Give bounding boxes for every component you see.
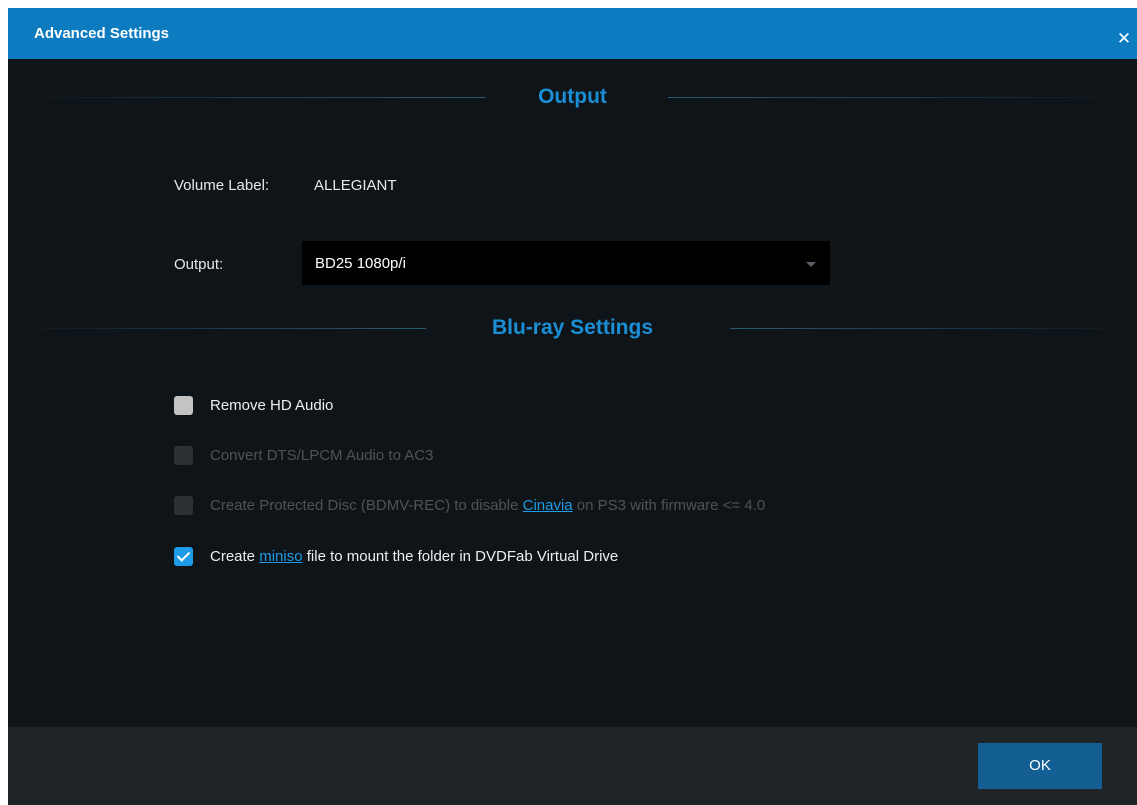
convert-dts-label: Convert DTS/LPCM Audio to AC3 [210, 447, 434, 464]
convert-dts-checkbox [174, 446, 193, 465]
miniso-label-after: file to mount the folder in DVDFab Virtu… [302, 548, 619, 565]
bluray-section-header: Blu-ray Settings [8, 313, 1137, 343]
protected-disc-label-after: on PS3 with firmware <= 4.0 [572, 497, 766, 514]
close-icon[interactable]: ✕ [1111, 29, 1137, 49]
chevron-down-icon [806, 262, 816, 267]
remove-hd-audio-label: Remove HD Audio [210, 397, 334, 414]
dialog-footer: OK [8, 727, 1137, 805]
miniso-label-before: Create [210, 548, 260, 565]
output-format-select[interactable]: BD25 1080p/i [302, 241, 830, 285]
protected-disc-checkbox [174, 496, 193, 515]
dialog-title: Advanced Settings [34, 25, 170, 42]
cinavia-link[interactable]: Cinavia [523, 497, 573, 514]
output-format-value: BD25 1080p/i [315, 255, 406, 272]
protected-disc-label: Create Protected Disc (BDMV-REC) to disa… [210, 497, 765, 514]
check-icon [176, 548, 191, 562]
protected-disc-label-before: Create Protected Disc (BDMV-REC) to disa… [210, 497, 523, 514]
miniso-checkbox[interactable] [174, 547, 193, 566]
output-section-header: Output [8, 82, 1137, 112]
miniso-link[interactable]: miniso [259, 548, 302, 565]
output-caption: Output: [174, 256, 224, 273]
advanced-settings-dialog: Advanced Settings ✕ Output Volume Label:… [8, 8, 1137, 805]
miniso-label: Create miniso file to mount the folder i… [210, 548, 618, 565]
remove-hd-audio-checkbox[interactable] [174, 396, 193, 415]
volume-label-value: ALLEGIANT [314, 177, 397, 194]
title-bar: Advanced Settings ✕ [8, 8, 1137, 59]
bluray-section-title: Blu-ray Settings [491, 316, 654, 339]
volume-label-caption: Volume Label: [174, 177, 270, 194]
output-section-title: Output [538, 85, 607, 108]
ok-button[interactable]: OK [978, 743, 1102, 789]
